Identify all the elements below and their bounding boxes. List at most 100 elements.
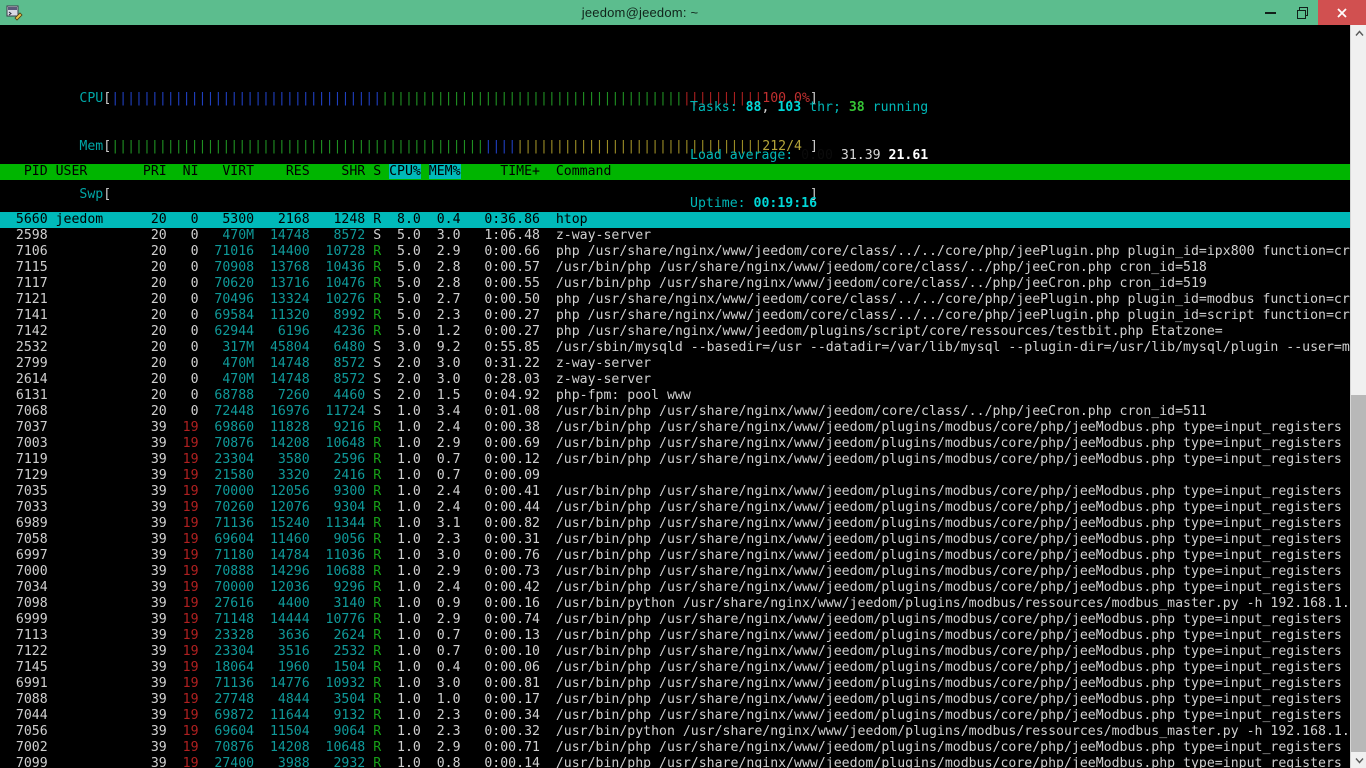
process-row[interactable]: 7117 20 0 70620 13716 10476 R 5.0 2.8 0:…	[0, 276, 1350, 292]
cell-pri: 20	[127, 276, 167, 291]
cell-command: php /usr/share/nginx/www/jeedom/core/cla…	[555, 308, 1350, 323]
process-row[interactable]: 7141 20 0 69584 11320 8992 R 5.0 2.3 0:0…	[0, 308, 1350, 324]
column-header-cpu[interactable]: CPU%	[389, 164, 421, 179]
cell-pri: 39	[127, 724, 167, 739]
process-row[interactable]: 7058 39 19 69604 11460 9056 R 1.0 2.3 0:…	[0, 532, 1350, 548]
process-row[interactable]: 6989 39 19 71136 15240 11344 R 1.0 3.1 0…	[0, 516, 1350, 532]
column-header-gap1[interactable]	[421, 164, 429, 179]
cell-time: 0:00.76	[460, 548, 556, 563]
process-row[interactable]: 2598 20 0 470M 14748 8572 S 5.0 3.0 1:06…	[0, 228, 1350, 244]
minimize-button[interactable]	[1254, 0, 1286, 25]
process-row[interactable]: 7115 20 0 70908 13768 10436 R 5.0 2.8 0:…	[0, 260, 1350, 276]
cell-cpu: 1.0	[389, 516, 429, 531]
process-row[interactable]: 6131 20 0 68788 7260 4460 S 2.0 1.5 0:04…	[0, 388, 1350, 404]
process-row[interactable]: 6999 39 19 71148 14444 10776 R 1.0 2.9 0…	[0, 612, 1350, 628]
cell-ni: 19	[166, 452, 199, 467]
cell-ni: 0	[166, 388, 199, 403]
column-header-time[interactable]: TIME+	[461, 164, 556, 179]
cell-pri: 39	[127, 436, 167, 451]
process-row[interactable]: 7129 39 19 21580 3320 2416 R 1.0 0.7 0:0…	[0, 468, 1350, 484]
cell-command: /usr/bin/php /usr/share/nginx/www/jeedom…	[555, 404, 1207, 419]
process-row[interactable]: 7088 39 19 27748 4844 3504 R 1.0 1.0 0:0…	[0, 692, 1350, 708]
column-header-command[interactable]: Command	[556, 164, 1032, 179]
cell-cpu: 1.0	[389, 500, 429, 515]
cell-res: 11320	[254, 308, 310, 323]
cell-pid: 7117	[0, 276, 56, 291]
cell-user	[56, 308, 127, 323]
column-header-shr[interactable]: SHR	[310, 164, 365, 179]
process-row[interactable]: 7119 39 19 23304 3580 2596 R 1.0 0.7 0:0…	[0, 452, 1350, 468]
cell-mem: 3.4	[428, 404, 461, 419]
cell-virt: 71136	[198, 516, 255, 531]
process-row[interactable]: 6997 39 19 71180 14784 11036 R 1.0 3.0 0…	[0, 548, 1350, 564]
cell-mem: 2.9	[428, 612, 461, 627]
process-row[interactable]: 7142 20 0 62944 6196 4236 R 5.0 1.2 0:00…	[0, 324, 1350, 340]
process-row[interactable]: 7044 39 19 69872 11644 9132 R 1.0 2.3 0:…	[0, 708, 1350, 724]
cell-virt: 71148	[198, 612, 255, 627]
process-row[interactable]: 7098 39 19 27616 4400 3140 R 1.0 0.9 0:0…	[0, 596, 1350, 612]
cell-ni: 19	[166, 708, 199, 723]
process-row[interactable]: 7122 39 19 23304 3516 2532 R 1.0 0.7 0:0…	[0, 644, 1350, 660]
cell-pri: 39	[127, 692, 167, 707]
process-row[interactable]: 7037 39 19 69860 11828 9216 R 1.0 2.4 0:…	[0, 420, 1350, 436]
process-row[interactable]: 2532 20 0 317M 45804 6480 S 3.0 9.2 0:55…	[0, 340, 1350, 356]
process-row[interactable]: 7034 39 19 70000 12036 9296 R 1.0 2.4 0:…	[0, 580, 1350, 596]
column-header-virt[interactable]: VIRT	[199, 164, 254, 179]
cell-shr: 1248	[309, 212, 366, 227]
process-row[interactable]: 7056 39 19 69604 11504 9064 R 1.0 2.3 0:…	[0, 724, 1350, 740]
cell-pid: 6997	[0, 548, 56, 563]
cell-pid: 7003	[0, 436, 56, 451]
cell-state: R	[365, 324, 390, 339]
cell-cpu: 1.0	[389, 740, 429, 755]
process-row[interactable]: 7121 20 0 70496 13324 10276 R 5.0 2.7 0:…	[0, 292, 1350, 308]
cell-user	[56, 708, 127, 723]
cell-time: 0:00.09	[460, 468, 556, 483]
column-header-state[interactable]: S	[365, 164, 389, 179]
process-row[interactable]: 7003 39 19 70876 14208 10648 R 1.0 2.9 0…	[0, 436, 1350, 452]
cell-res: 14748	[254, 228, 310, 243]
cell-state: R	[365, 660, 390, 675]
cell-mem: 3.0	[428, 228, 461, 243]
scroll-down-arrow-icon[interactable]	[1351, 752, 1366, 768]
process-row[interactable]: 2799 20 0 470M 14748 8572 S 2.0 3.0 0:31…	[0, 356, 1350, 372]
process-row[interactable]: 7002 39 19 70876 14208 10648 R 1.0 2.9 0…	[0, 740, 1350, 756]
process-row[interactable]: 6991 39 19 71136 14776 10932 R 1.0 3.0 0…	[0, 676, 1350, 692]
process-table-header[interactable]: PID USER PRI NI VIRT RES SHR S CPU% MEM%…	[0, 164, 1350, 180]
scroll-up-arrow-icon[interactable]	[1351, 25, 1366, 41]
column-header-ni[interactable]: NI	[167, 164, 199, 179]
maximize-button[interactable]	[1286, 0, 1318, 25]
cell-shr: 10648	[309, 436, 366, 451]
close-button[interactable]	[1318, 0, 1366, 25]
vertical-scrollbar[interactable]	[1350, 25, 1366, 768]
process-row[interactable]: 7113 39 19 23328 3636 2624 R 1.0 0.7 0:0…	[0, 628, 1350, 644]
process-row[interactable]: 7035 39 19 70000 12056 9300 R 1.0 2.4 0:…	[0, 484, 1350, 500]
cell-pri: 39	[127, 740, 167, 755]
column-header-pri[interactable]: PRI	[127, 164, 167, 179]
column-header-user[interactable]: USER	[56, 164, 127, 179]
process-row[interactable]: 7145 39 19 18064 1960 1504 R 1.0 0.4 0:0…	[0, 660, 1350, 676]
cell-pid: 7058	[0, 532, 56, 547]
process-row[interactable]: 7106 20 0 71016 14400 10728 R 5.0 2.9 0:…	[0, 244, 1350, 260]
column-header-pid[interactable]: PID	[0, 164, 56, 179]
process-row[interactable]: 5660 jeedom 20 0 5300 2168 1248 R 8.0 0.…	[0, 212, 1350, 228]
process-row[interactable]: 7068 20 0 72448 16976 11724 S 1.0 3.4 0:…	[0, 404, 1350, 420]
cell-cpu: 1.0	[389, 724, 429, 739]
cell-pri: 20	[127, 404, 167, 419]
column-header-res[interactable]: RES	[254, 164, 310, 179]
cell-command: z-way-server	[555, 228, 652, 243]
cell-ni: 19	[166, 612, 199, 627]
column-header-mem[interactable]: MEM%	[428, 164, 461, 179]
cell-pid: 2799	[0, 356, 56, 371]
process-row[interactable]: 7000 39 19 70888 14296 10688 R 1.0 2.9 0…	[0, 564, 1350, 580]
process-row[interactable]: 7099 39 19 27400 3988 2932 R 1.0 0.8 0:0…	[0, 756, 1350, 768]
cell-user	[56, 612, 127, 627]
cell-command: /usr/bin/php /usr/share/nginx/www/jeedom…	[555, 740, 1350, 755]
cell-command: /usr/bin/php /usr/share/nginx/www/jeedom…	[555, 628, 1350, 643]
scrollbar-thumb[interactable]	[1351, 395, 1366, 753]
process-row[interactable]: 2614 20 0 470M 14748 8572 S 2.0 3.0 0:28…	[0, 372, 1350, 388]
cell-virt: 69604	[198, 532, 255, 547]
cell-mem: 2.9	[428, 244, 461, 259]
cell-user	[56, 420, 127, 435]
process-row[interactable]: 7033 39 19 70260 12076 9304 R 1.0 2.4 0:…	[0, 500, 1350, 516]
cell-shr: 6480	[309, 340, 366, 355]
